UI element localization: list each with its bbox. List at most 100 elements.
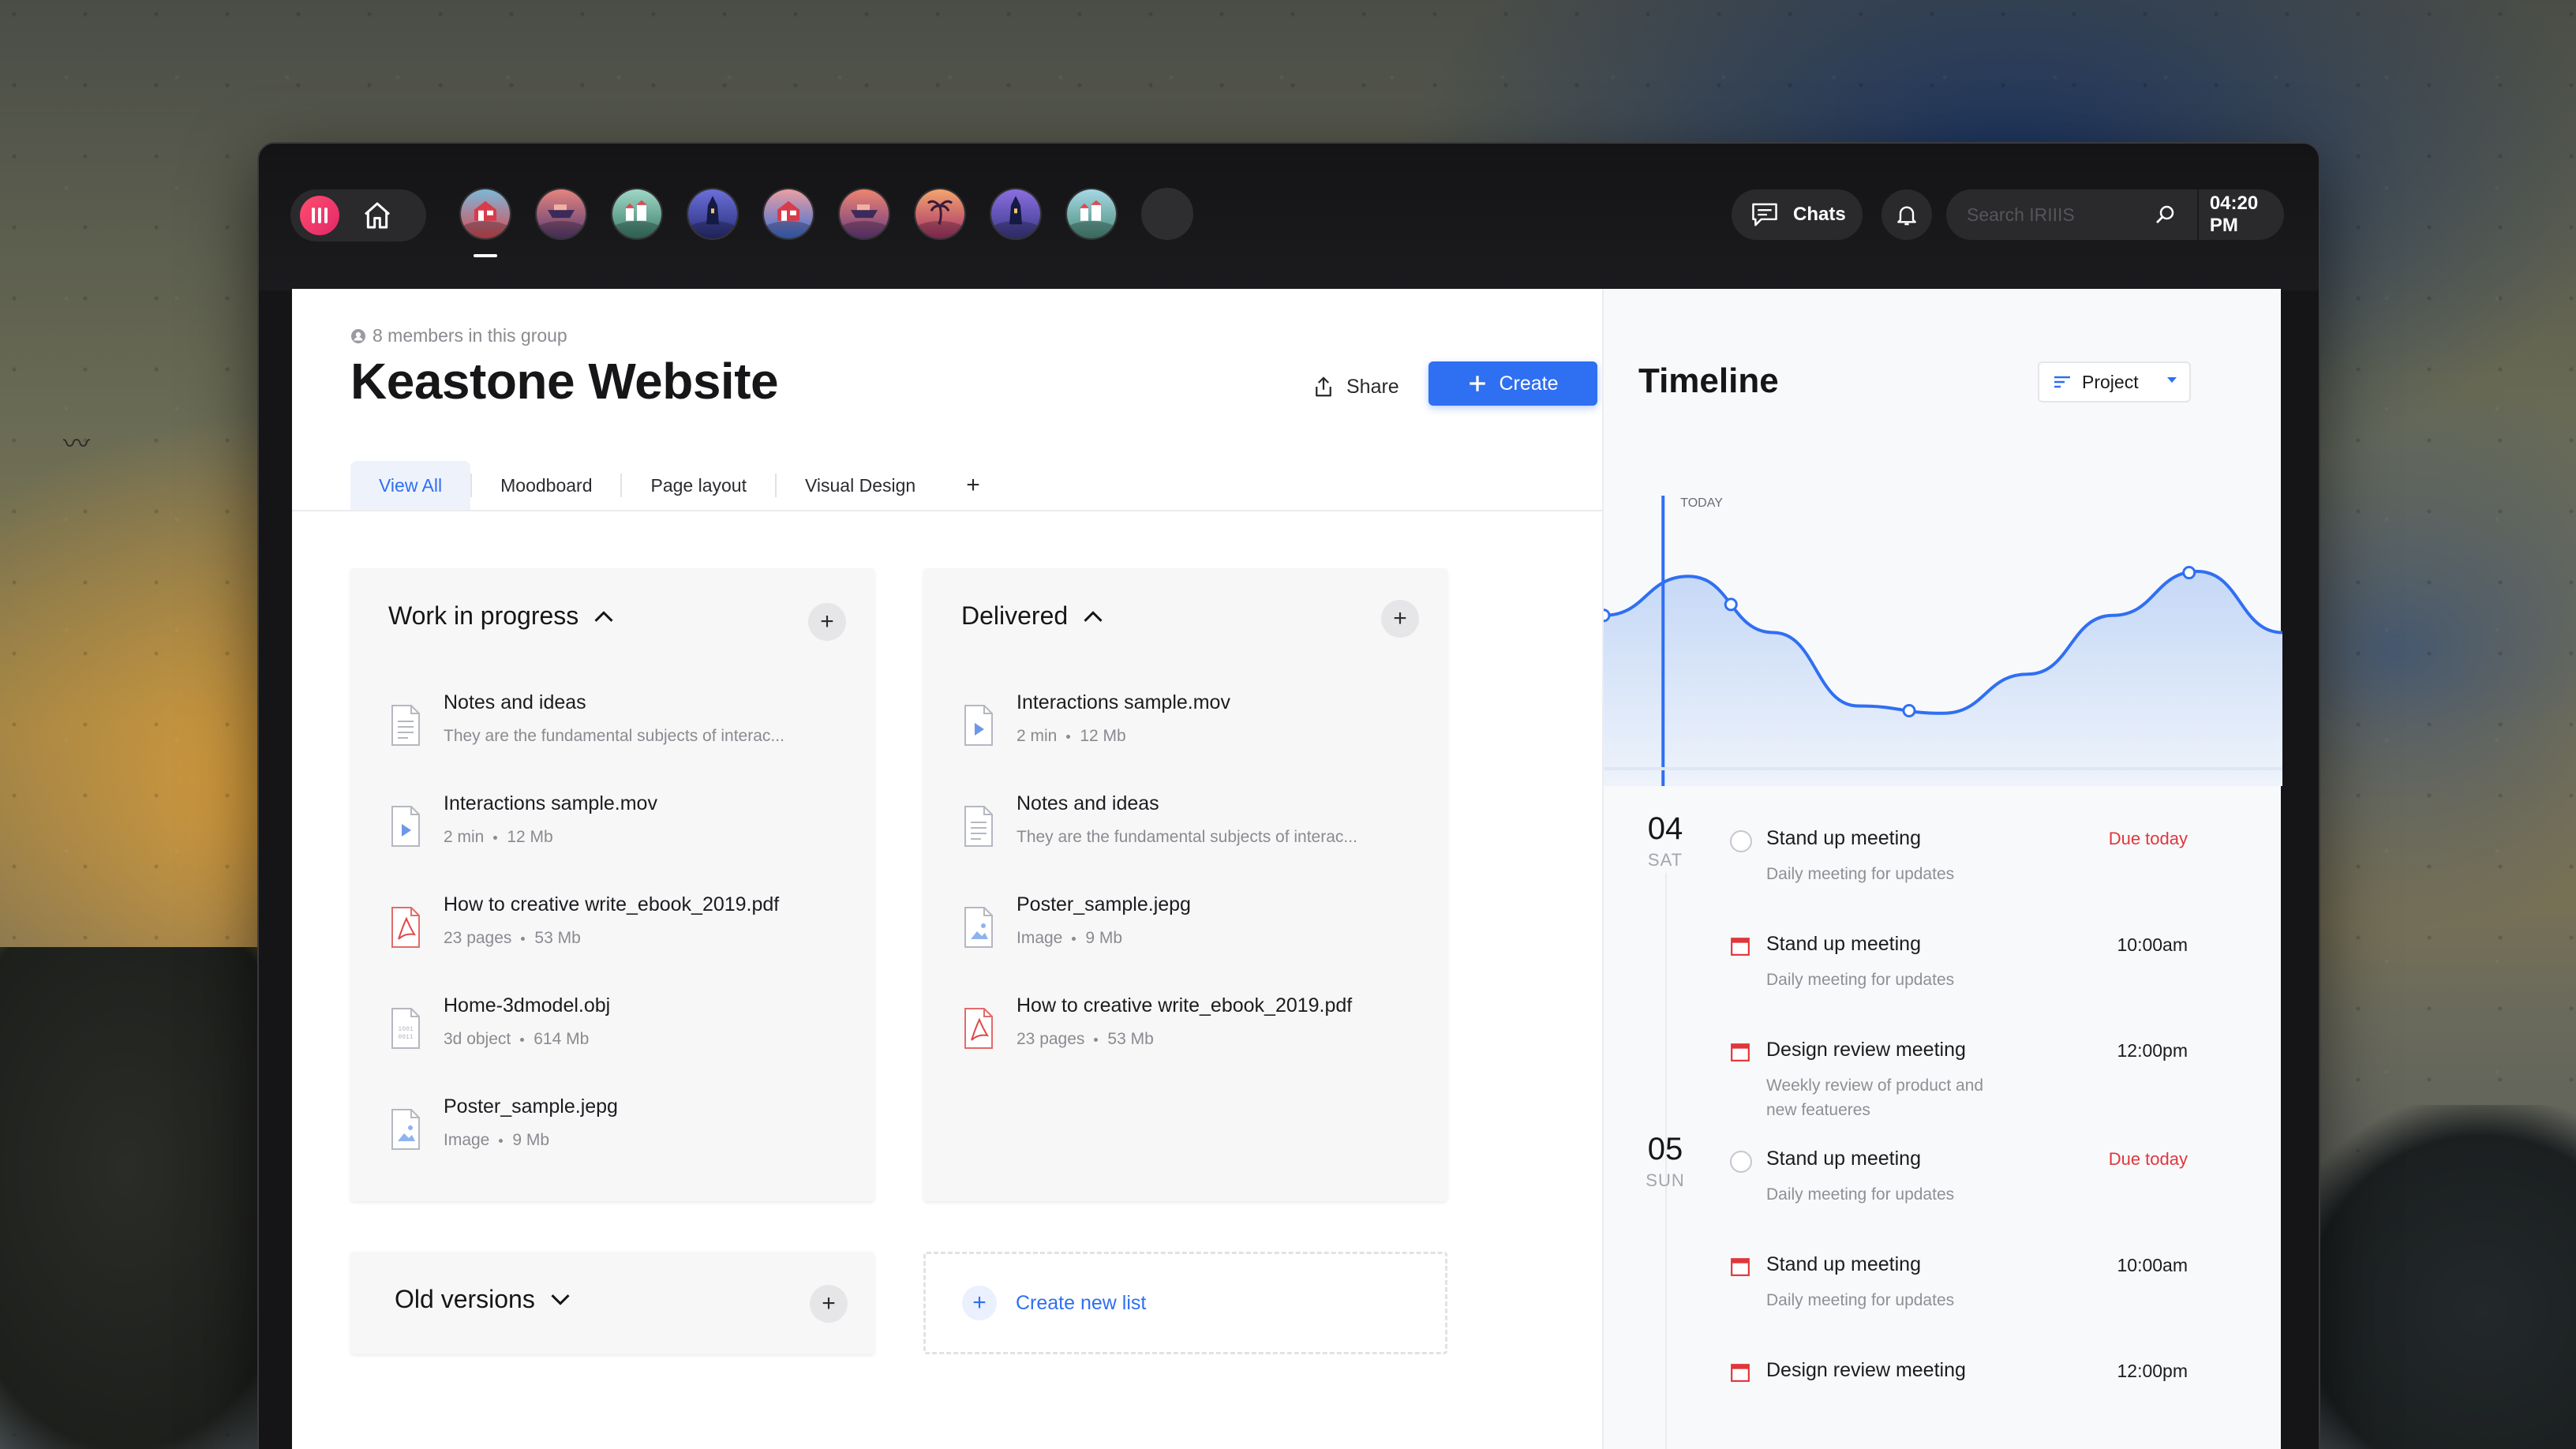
file-meta-value: 9 Mb [512,1131,550,1149]
chats-label: Chats [1793,204,1846,225]
timeline-event[interactable]: Stand up meeting Daily meeting for updat… [1730,827,2188,906]
chats-button[interactable]: Chats [1732,189,1863,240]
search-icon[interactable] [2153,203,2177,227]
meta-separator [1072,936,1076,941]
avatar-5[interactable] [762,188,814,240]
add-item-button[interactable]: + [808,603,846,641]
add-item-button[interactable]: + [1381,600,1419,638]
calendar-icon [1730,1256,1750,1281]
timeline-panel: Timeline Project TODAY 04 SAT Stand up m… [1602,289,2282,1449]
tab-moodboard[interactable]: Moodboard [472,461,620,510]
file-item[interactable]: How to creative write_ebook_2019.pdf 23 … [961,994,1352,1054]
avatar-1[interactable] [459,188,511,240]
file-meta-value: Image [1017,929,1063,947]
checkbox-circle-icon[interactable] [1730,1151,1752,1173]
timeline-event[interactable]: Stand up meeting Daily meeting for updat… [1730,1148,2188,1226]
search-input[interactable] [1967,204,2147,226]
chevron-up-icon[interactable] [593,609,615,623]
share-button[interactable]: Share [1312,365,1399,409]
avatar-8[interactable] [990,188,1042,240]
chat-icon [1752,203,1777,227]
chart-point[interactable] [1902,704,1916,718]
file-item[interactable]: Interactions sample.mov 2 min 12 Mb [388,792,657,852]
project-filter-select[interactable]: Project [2038,361,2191,402]
file-meta-value: 2 min [1017,727,1058,745]
notifications-button[interactable] [1881,189,1932,240]
chevron-down-icon[interactable] [549,1293,571,1307]
plus-icon: + [962,1286,997,1320]
list-header[interactable]: Delivered [961,601,1104,631]
chart-point[interactable] [1724,597,1738,612]
file-item[interactable]: Notes and ideas They are the fundamental… [388,691,784,751]
file-meta: They are the fundamental subjects of int… [444,727,784,746]
video-file-icon [961,691,996,751]
project-main: 8 members in this group Keastone Website… [292,289,1602,1449]
home-icon [365,202,390,229]
avatar-3[interactable] [611,188,663,240]
project-filter-label: Project [2082,371,2139,392]
timeline-event[interactable]: Stand up meeting Daily meeting for updat… [1730,1253,2188,1332]
timeline-event[interactable]: Design review meeting 12:00pm [1730,1359,2188,1438]
avatar-placeholder[interactable] [1141,188,1193,240]
share-label: Share [1346,375,1399,398]
add-item-button[interactable]: + [810,1285,848,1323]
file-item[interactable]: Poster_sample.jepg Image 9 Mb [961,893,1191,953]
timeline-event[interactable]: Stand up meeting Daily meeting for updat… [1730,933,2188,1012]
bell-icon [1897,206,1916,226]
app-logo-icon[interactable] [300,196,339,235]
palm-icon [927,195,953,229]
checkbox-circle-icon[interactable] [1730,830,1752,852]
list-title: Old versions [395,1285,535,1313]
file-item[interactable]: 1001 0011 Home-3dmodel.obj 3d object 614 M… [388,994,610,1054]
file-meta-value: 9 Mb [1085,929,1123,947]
file-name: Interactions sample.mov [444,792,657,814]
avatar-9[interactable] [1065,188,1118,240]
event-description: Daily meeting for updates [1766,1291,1955,1309]
svg-text:0011: 0011 [398,1034,413,1041]
boat-icon [546,202,576,223]
list-header[interactable]: Old versions [395,1285,571,1314]
timeline-event[interactable]: Design review meeting Weekly review of p… [1730,1039,2188,1119]
share-icon [1316,376,1331,397]
meta-separator [1066,734,1071,739]
chart-point[interactable] [1604,608,1611,623]
brand-group [290,189,426,242]
active-avatar-indicator [474,254,497,257]
file-name: Poster_sample.jepg [1017,893,1191,915]
chart-point[interactable] [2182,566,2196,580]
village-icon [1077,199,1106,227]
tab-view-all[interactable]: View All [350,461,471,510]
day-number: 05 [1647,1132,1683,1166]
avatar-2[interactable] [535,188,587,240]
create-button[interactable]: Create [1428,361,1597,406]
event-description: Daily meeting for updates [1766,1185,1955,1204]
list-title: Work in progress [388,601,579,630]
clock: 04:20 PM [2209,193,2259,236]
add-tab-button[interactable]: + [944,461,1002,510]
file-meta: They are the fundamental subjects of int… [1017,828,1357,847]
search-bar: 04:20 PM [1946,189,2284,240]
chart-baseline [1604,767,2282,770]
home-button[interactable] [357,195,398,236]
file-item[interactable]: Interactions sample.mov 2 min 12 Mb [961,691,1230,751]
bird-silhouette: 〰 [63,429,90,459]
file-meta-value: 12 Mb [1080,727,1126,745]
file-item[interactable]: Poster_sample.jepg Image 9 Mb [388,1095,618,1155]
file-item[interactable]: Notes and ideas They are the fundamental… [961,792,1357,852]
avatar-7[interactable] [914,188,966,240]
create-new-list-button[interactable]: + Create new list [923,1252,1447,1354]
image-file-icon [961,893,996,953]
3d-file-icon: 1001 0011 [388,994,423,1054]
tab-visual-design[interactable]: Visual Design [777,461,944,510]
list-header[interactable]: Work in progress [388,601,615,631]
chevron-up-icon[interactable] [1082,609,1104,623]
tower-icon [1006,194,1025,230]
timeline-title: Timeline [1638,361,1779,400]
file-name: Poster_sample.jepg [444,1095,618,1118]
avatar-4[interactable] [687,188,739,240]
timeline-day: 05 SUN [1626,1132,1705,1191]
avatar-6[interactable] [838,188,890,240]
timeline-day: 04 SAT [1626,811,1705,871]
file-item[interactable]: How to creative write_ebook_2019.pdf 23 … [388,893,779,953]
tab-page-layout[interactable]: Page layout [622,461,774,510]
